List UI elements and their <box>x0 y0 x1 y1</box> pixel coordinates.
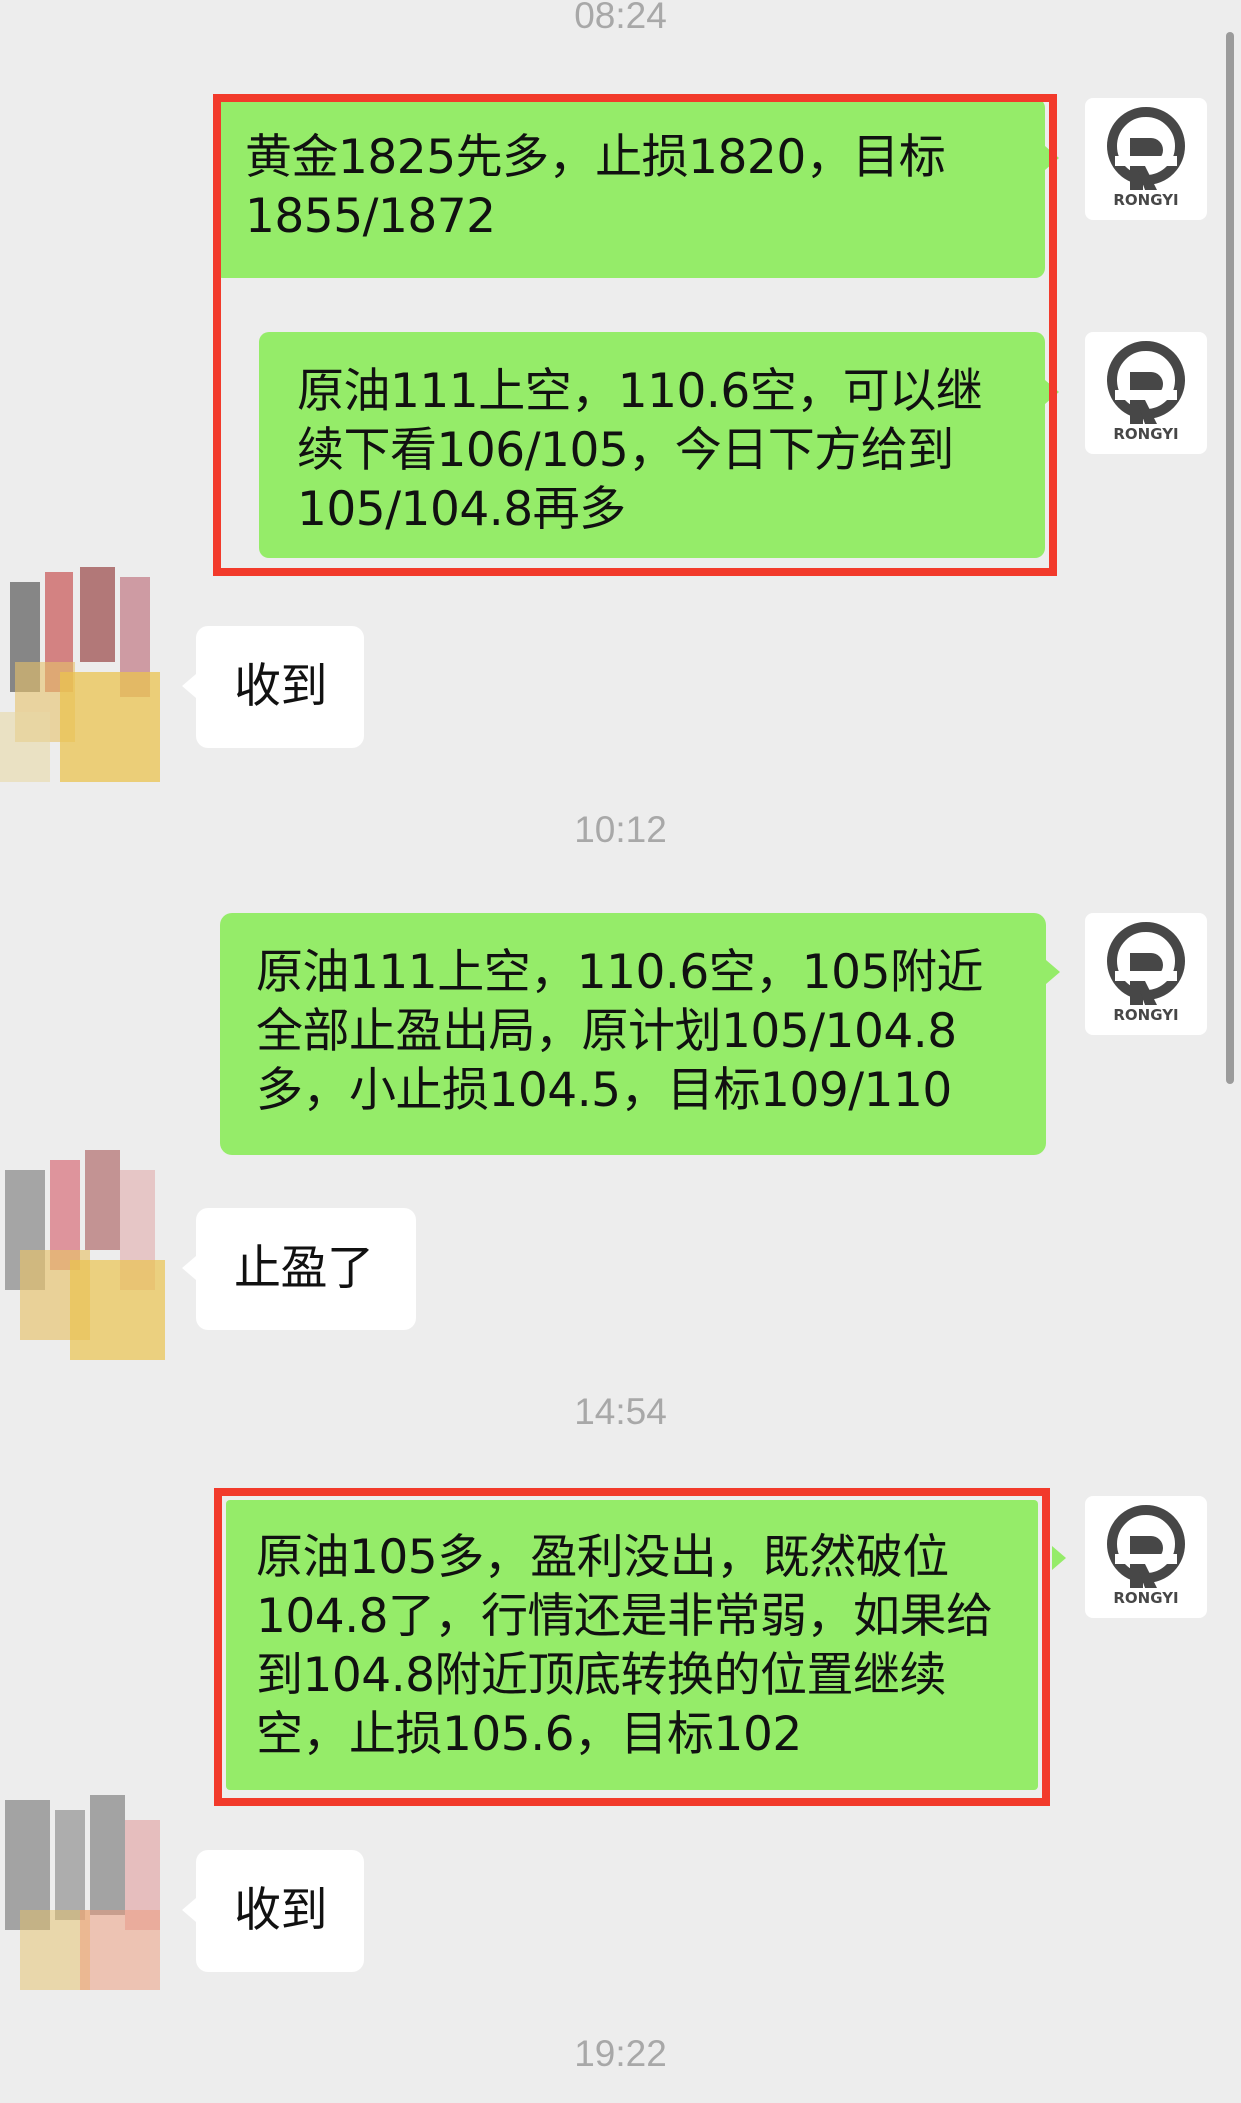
sender-avatar[interactable]: RONGYI <box>1085 98 1207 220</box>
bubble-tail <box>1046 960 1060 984</box>
rongyi-logo-icon: RONGYI <box>1085 1496 1207 1607</box>
timestamp-4: 19:22 <box>574 2033 667 2074</box>
message-text: 原油111上空，110.6空，105附近全部止盈出局，原计划105/104.8多… <box>256 945 983 1118</box>
reply-bubble-received[interactable]: 收到 <box>196 1850 364 1972</box>
sender-avatar[interactable]: RONGYI <box>1085 913 1207 1035</box>
svg-text:RONGYI: RONGYI <box>1113 1589 1178 1607</box>
svg-text:RONGYI: RONGYI <box>1113 425 1178 443</box>
svg-text:RONGYI: RONGYI <box>1113 191 1178 209</box>
bubble-tail <box>1052 1546 1066 1570</box>
rongyi-logo-icon: RONGYI <box>1085 913 1207 1024</box>
message-bubble-oil-takeprofit[interactable]: 原油111上空，110.6空，105附近全部止盈出局，原计划105/104.8多… <box>220 913 1046 1155</box>
reply-bubble-received[interactable]: 止盈了 <box>196 1208 416 1330</box>
rongyi-logo-icon: RONGYI <box>1085 332 1207 443</box>
timestamp-3: 14:54 <box>574 1391 667 1432</box>
bubble-tail <box>182 674 196 698</box>
message-text: 止盈了 <box>234 1241 374 1296</box>
message-text: 收到 <box>234 1883 328 1938</box>
crayon-avatar-icon <box>0 1790 185 2025</box>
user-avatar[interactable] <box>0 1140 185 1375</box>
rongyi-logo-icon: RONGYI <box>1085 98 1207 209</box>
timestamp-1: 08:24 <box>574 0 667 36</box>
user-avatar[interactable] <box>0 1790 185 2025</box>
user-avatar[interactable] <box>0 562 185 797</box>
crayon-avatar-icon <box>0 562 185 797</box>
svg-text:RONGYI: RONGYI <box>1113 1006 1178 1024</box>
highlight-box-2 <box>214 1488 1050 1806</box>
message-text: 收到 <box>234 659 328 714</box>
bubble-tail <box>182 1898 196 1922</box>
sender-avatar[interactable]: RONGYI <box>1085 332 1207 454</box>
highlight-box-1 <box>213 94 1057 576</box>
reply-bubble-received[interactable]: 收到 <box>196 626 364 748</box>
timestamp-2: 10:12 <box>574 809 667 850</box>
scrollbar[interactable] <box>1226 32 1234 1084</box>
sender-avatar[interactable]: RONGYI <box>1085 1496 1207 1618</box>
bubble-tail <box>182 1256 196 1280</box>
crayon-avatar-icon <box>0 1140 185 1375</box>
